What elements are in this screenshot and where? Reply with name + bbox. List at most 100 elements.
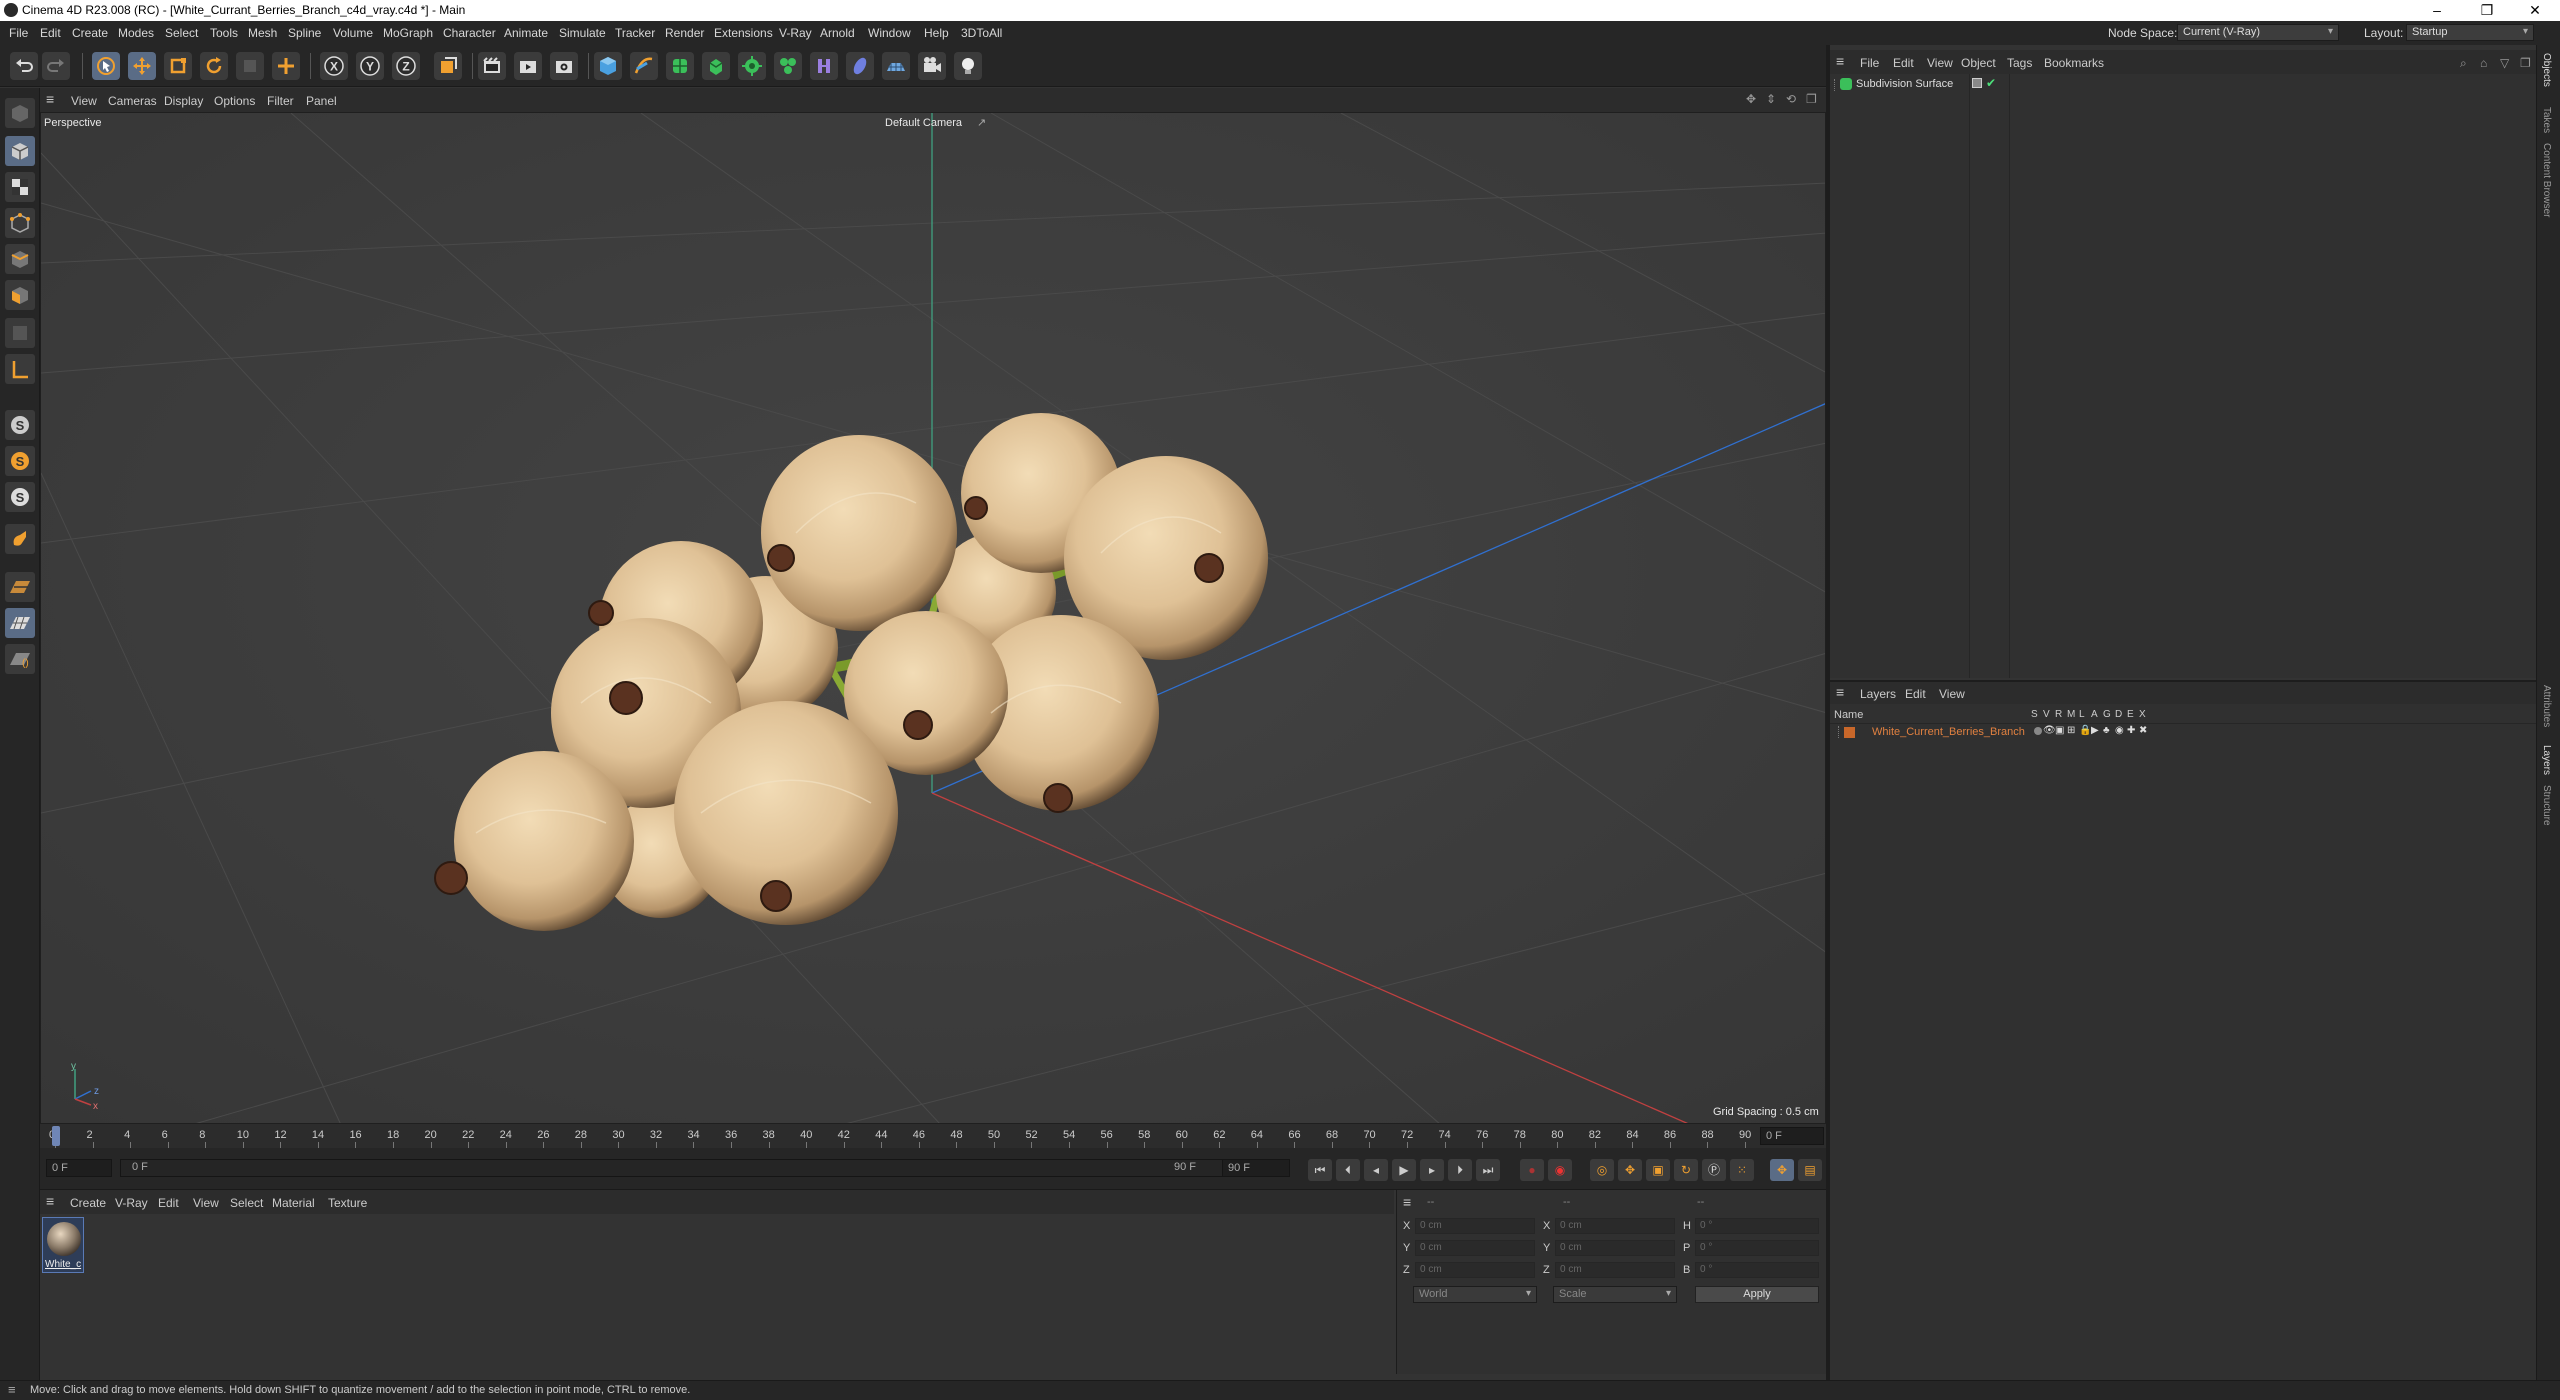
deformer-bend-icon[interactable] bbox=[810, 52, 838, 80]
workplane-icon[interactable] bbox=[5, 354, 35, 384]
layer-expressions-icon[interactable]: ✚ bbox=[2127, 725, 2135, 736]
record-active-icon[interactable]: ● bbox=[1520, 1159, 1544, 1181]
layer-row[interactable]: White_Current_Berries_Branch 👁 ▣ ⊞ 🔒 ▶ ♣… bbox=[1830, 724, 2536, 742]
material-menu-texture[interactable]: Texture bbox=[328, 1196, 367, 1210]
viewport-camera-label[interactable]: Default Camera bbox=[885, 117, 962, 129]
menu-3dtoall[interactable]: 3DToAll bbox=[961, 26, 1002, 40]
polygons-mode-icon[interactable] bbox=[5, 280, 35, 310]
subdivision-surface-icon[interactable] bbox=[666, 52, 694, 80]
object-menu-bookmarks[interactable]: Bookmarks bbox=[2044, 56, 2104, 70]
viewport-menu-filter[interactable]: Filter bbox=[267, 94, 294, 108]
object-axis-icon[interactable] bbox=[5, 318, 35, 348]
material-menu-create[interactable]: Create bbox=[70, 1196, 106, 1210]
menu-volume[interactable]: Volume bbox=[333, 26, 373, 40]
layer-deformers-icon[interactable]: ◉ bbox=[2115, 725, 2124, 736]
points-mode-icon[interactable] bbox=[5, 208, 35, 238]
coord-hamburger-icon[interactable]: ≡ bbox=[1403, 1194, 1411, 1210]
object-menu-view[interactable]: View bbox=[1927, 56, 1953, 70]
pos-x-field[interactable]: 0 cm bbox=[1415, 1218, 1535, 1234]
menu-vray[interactable]: V-Ray bbox=[779, 26, 812, 40]
play-icon[interactable]: ▶ bbox=[1392, 1159, 1416, 1181]
layer-lock-icon[interactable]: 🔒 bbox=[2079, 725, 2091, 736]
brush-tool-icon[interactable] bbox=[5, 524, 35, 554]
edges-mode-icon[interactable] bbox=[5, 244, 35, 274]
minimize-button[interactable]: – bbox=[2414, 0, 2460, 21]
render-region-icon[interactable] bbox=[478, 52, 506, 80]
workplane-grid-icon[interactable] bbox=[5, 608, 35, 638]
position-key-icon[interactable]: ✥ bbox=[1618, 1159, 1642, 1181]
layout-dropdown[interactable]: Startup bbox=[2406, 24, 2534, 41]
menu-mograph[interactable]: MoGraph bbox=[383, 26, 433, 40]
viewport-menu-cameras[interactable]: Cameras bbox=[108, 94, 157, 108]
material-menu-view[interactable]: View bbox=[193, 1196, 219, 1210]
material-menu-edit[interactable]: Edit bbox=[158, 1196, 179, 1210]
locked-workplane-icon[interactable]: () bbox=[5, 644, 35, 674]
prev-frame-icon[interactable]: ◂ bbox=[1364, 1159, 1388, 1181]
material-hamburger-icon[interactable]: ≡ bbox=[46, 1193, 54, 1209]
object-menu-edit[interactable]: Edit bbox=[1893, 56, 1914, 70]
point-level-key-icon[interactable]: ⁙ bbox=[1730, 1159, 1754, 1181]
size-y-field[interactable]: 0 cm bbox=[1555, 1240, 1675, 1256]
menu-mesh[interactable]: Mesh bbox=[248, 26, 277, 40]
end-frame-field[interactable]: 90 F bbox=[1222, 1159, 1290, 1177]
menu-animate[interactable]: Animate bbox=[504, 26, 548, 40]
layer-menu-view[interactable]: View bbox=[1939, 687, 1965, 701]
pen-spline-icon[interactable] bbox=[630, 52, 658, 80]
viewport-rotate-icon[interactable]: ⟲ bbox=[1786, 92, 1796, 106]
viewport-menu-view[interactable]: View bbox=[71, 94, 97, 108]
snapping-icon[interactable]: S bbox=[5, 410, 35, 440]
rotation-key-icon[interactable]: ↻ bbox=[1674, 1159, 1698, 1181]
layer-menu-layers[interactable]: Layers bbox=[1860, 687, 1896, 701]
rotate-tool-icon[interactable] bbox=[200, 52, 228, 80]
material-menu-vray[interactable]: V-Ray bbox=[115, 1196, 148, 1210]
z-axis-lock-icon[interactable]: Z bbox=[392, 52, 420, 80]
scale-key-icon[interactable]: ▣ bbox=[1646, 1159, 1670, 1181]
object-search-icon[interactable]: ⌕ bbox=[2460, 56, 2467, 71]
frame-range-slider[interactable] bbox=[120, 1159, 1244, 1177]
close-button[interactable]: ✕ bbox=[2512, 0, 2558, 21]
object-enabled-check-icon[interactable]: ✔ bbox=[1986, 76, 1996, 90]
menu-simulate[interactable]: Simulate bbox=[559, 26, 606, 40]
prev-key-icon[interactable]: ⏴ bbox=[1336, 1159, 1360, 1181]
tab-layers[interactable]: Layers bbox=[2541, 745, 2552, 775]
tab-objects[interactable]: Objects bbox=[2541, 53, 2552, 87]
layer-hamburger-icon[interactable]: ≡ bbox=[1836, 684, 1844, 700]
layer-color-swatch[interactable] bbox=[1844, 727, 1855, 738]
object-menu-file[interactable]: File bbox=[1860, 56, 1879, 70]
object-new-window-icon[interactable]: ❐ bbox=[2520, 56, 2531, 70]
object-menu-tags[interactable]: Tags bbox=[2007, 56, 2032, 70]
viewport-pan-icon[interactable]: ✥ bbox=[1746, 92, 1756, 106]
grid-settings-icon[interactable] bbox=[5, 572, 35, 602]
status-hamburger-icon[interactable]: ≡ bbox=[8, 1382, 16, 1397]
mograph-fracture-icon[interactable] bbox=[774, 52, 802, 80]
menu-arnold[interactable]: Arnold bbox=[820, 26, 855, 40]
tab-structure[interactable]: Structure bbox=[2541, 785, 2552, 826]
keyframe-selection-icon[interactable]: ◎ bbox=[1590, 1159, 1614, 1181]
tab-content-browser[interactable]: Content Browser bbox=[2541, 143, 2552, 217]
viewport-zoom-icon[interactable]: ⇕ bbox=[1766, 92, 1776, 106]
viewport-hamburger-icon[interactable]: ≡ bbox=[46, 91, 54, 107]
object-home-icon[interactable]: ⌂ bbox=[2480, 56, 2487, 70]
autokey-icon[interactable]: ◉ bbox=[1548, 1159, 1572, 1181]
menu-create[interactable]: Create bbox=[72, 26, 108, 40]
object-visibility-icon[interactable] bbox=[1972, 78, 1982, 88]
menu-edit[interactable]: Edit bbox=[40, 26, 61, 40]
apply-button[interactable]: Apply bbox=[1695, 1286, 1819, 1303]
current-frame-field[interactable]: 0 F bbox=[1760, 1127, 1824, 1145]
symmetry-icon[interactable]: S bbox=[5, 482, 35, 512]
goto-end-icon[interactable]: ⏭ bbox=[1476, 1159, 1500, 1181]
cube-primitive-icon[interactable] bbox=[594, 52, 622, 80]
layer-render-icon[interactable]: ▣ bbox=[2055, 725, 2064, 736]
tab-attributes[interactable]: Attributes bbox=[2541, 685, 2552, 727]
goto-start-icon[interactable]: ⏮ bbox=[1308, 1159, 1332, 1181]
object-hamburger-icon[interactable]: ≡ bbox=[1836, 53, 1844, 69]
live-selection-icon[interactable] bbox=[92, 52, 120, 80]
render-view-icon[interactable] bbox=[514, 52, 542, 80]
menu-render[interactable]: Render bbox=[665, 26, 704, 40]
3d-viewport[interactable]: Perspective Default Camera ↗ Grid Spacin… bbox=[40, 112, 1826, 1124]
recent-tools-icon[interactable] bbox=[236, 52, 264, 80]
menu-tools[interactable]: Tools bbox=[210, 26, 238, 40]
extrude-generator-icon[interactable] bbox=[702, 52, 730, 80]
cloner-icon[interactable] bbox=[738, 52, 766, 80]
camera-link-icon[interactable]: ↗ bbox=[977, 116, 986, 129]
